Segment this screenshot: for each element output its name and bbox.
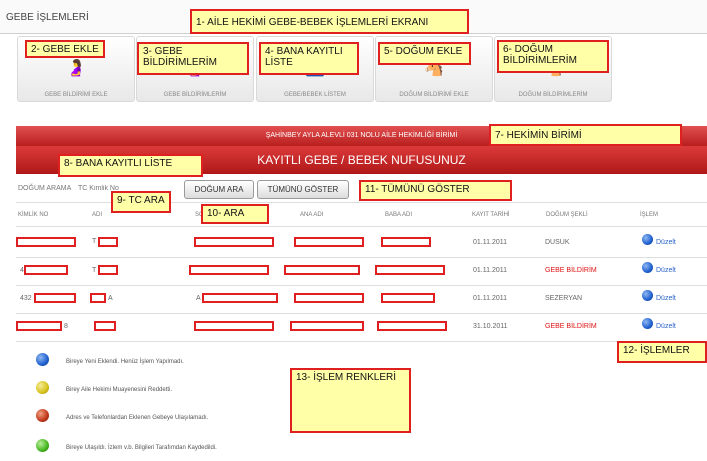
- annotation-4: 4- BANA KAYITLI LİSTE: [259, 42, 359, 75]
- annotation-5: 5- DOĞUM EKLE: [378, 42, 471, 65]
- status-green-icon: [36, 439, 49, 452]
- redacted-baba-adi: [377, 321, 447, 331]
- redacted-soyadi: [194, 237, 274, 247]
- annotation-12: 12- İŞLEMLER: [617, 341, 707, 363]
- cell-kimlik: 432: [20, 295, 32, 302]
- cell-soyadi: A: [196, 295, 201, 302]
- col-kimlik: KİMLİK NO: [18, 212, 49, 218]
- annotation-6: 6- DOĞUM BİLDİRİMLERİM: [497, 40, 609, 73]
- redacted-ana-adi: [284, 265, 360, 275]
- table-row: T 01.11.2011 DUSUK Düzelt: [16, 230, 707, 257]
- status-yellow-icon: [36, 381, 49, 394]
- cell-adi: A: [108, 295, 113, 302]
- edit-link[interactable]: Düzelt: [656, 239, 676, 246]
- table-row: 4 T 01.11.2011 GEBE BİLDİRİM Düzelt: [16, 258, 707, 285]
- annotation-10: 10- ARA: [201, 204, 269, 224]
- divider: [16, 226, 707, 227]
- redacted-soyadi: [202, 293, 278, 303]
- col-ana-adi: ANA ADI: [300, 212, 324, 218]
- divider: [16, 341, 707, 342]
- annotation-2: 2- GEBE EKLE: [25, 40, 105, 58]
- annotation-9: 9- TC ARA: [111, 191, 171, 213]
- annotation-8: 8- BANA KAYITLI LİSTE: [58, 154, 203, 177]
- cell-kayit-tarihi: 01.11.2011: [473, 295, 507, 302]
- cell-dogum-sekli: GEBE BİLDİRİM: [545, 323, 597, 330]
- legend-text: Birey Aile Hekimi Muayenesini Reddetti.: [66, 387, 173, 393]
- col-islem: İŞLEM: [640, 212, 659, 218]
- edit-link[interactable]: Düzelt: [656, 295, 676, 302]
- redacted-ana-adi: [294, 293, 364, 303]
- annotation-13: 13- İŞLEM RENKLERİ: [290, 368, 411, 433]
- legend-text: Bireye Yeni Eklendi. Henüz İşlem Yapılma…: [66, 359, 184, 365]
- cell-dogum-sekli: GEBE BİLDİRİM: [545, 267, 597, 274]
- cell-kayit-tarihi: 31.10.2011: [473, 323, 508, 330]
- table-row: 8 31.10.2011 GEBE BİLDİRİM Düzelt: [16, 314, 707, 341]
- tile-label: GEBE BİLDİRİMİ EKLE: [44, 92, 108, 98]
- status-dot-icon: [642, 318, 653, 329]
- pregnant-woman-add-icon: 🤰: [66, 60, 86, 77]
- tile-label: GEBE BİLDİRİMLERİM: [163, 92, 227, 98]
- tile-label: DOĞUM BİLDİRİMİ EKLE: [399, 92, 469, 98]
- annotation-3: 3- GEBE BİLDİRİMLERİM: [137, 42, 249, 75]
- redacted-adi: [98, 265, 118, 275]
- edit-link[interactable]: Düzelt: [656, 323, 676, 330]
- tile-label: GEBE/BEBEK LİSTEM: [284, 92, 346, 98]
- redacted-kimlik: [34, 293, 76, 303]
- search-label: DOĞUM ARAMA: [18, 185, 72, 192]
- legend-text: Adres ve Telefonlardan Eklenen Gebeye Ul…: [66, 415, 209, 421]
- redacted-kimlik: [24, 265, 68, 275]
- col-kayit-tarihi: KAYIT TARİHİ: [472, 212, 510, 218]
- redacted-adi: [94, 321, 116, 331]
- redacted-kimlik: [16, 321, 62, 331]
- cell-dogum-sekli: SEZERYAN: [545, 295, 583, 302]
- edit-link[interactable]: Düzelt: [656, 267, 676, 274]
- status-blue-icon: [36, 353, 49, 366]
- col-adi: ADI: [92, 212, 103, 218]
- table-row: 432 A A 01.11.2011 SEZERYAN Düzelt: [16, 286, 707, 313]
- col-dogum-sekli: DOĞUM ŞEKLİ: [546, 212, 588, 218]
- show-all-button[interactable]: TÜMÜNÜ GÖSTER: [257, 180, 349, 199]
- annotation-7: 7- HEKİMİN BİRİMİ: [489, 124, 682, 146]
- status-dot-icon: [642, 234, 653, 245]
- redacted-baba-adi: [375, 265, 445, 275]
- redacted-baba-adi: [381, 293, 435, 303]
- page-title: GEBE İŞLEMLERİ: [6, 12, 89, 23]
- status-red-icon: [36, 409, 49, 422]
- redacted-baba-adi: [381, 237, 431, 247]
- redacted-ana-adi: [290, 321, 364, 331]
- search-button[interactable]: DOĞUM ARA: [184, 180, 254, 199]
- redacted-adi: [98, 237, 118, 247]
- cell-kimlik: 8: [64, 323, 68, 330]
- annotation-1: 1- AİLE HEKİMİ GEBE-BEBEK İŞLEMLERİ EKRA…: [190, 9, 469, 34]
- cell-kayit-tarihi: 01.11.2011: [473, 267, 507, 274]
- redacted-kimlik: [16, 237, 76, 247]
- annotation-11: 11- TÜMÜNÜ GÖSTER: [359, 180, 512, 201]
- cell-dogum-sekli: DUSUK: [545, 239, 570, 246]
- col-baba-adi: BABA ADI: [385, 212, 413, 218]
- redacted-ana-adi: [294, 237, 364, 247]
- tile-label: DOĞUM BİLDİRİMLERİM: [518, 92, 588, 98]
- status-dot-icon: [642, 290, 653, 301]
- status-dot-icon: [642, 262, 653, 273]
- cell-adi: T: [92, 267, 97, 274]
- cell-adi: T: [92, 238, 97, 245]
- legend-text: Bireye Ulaşıldı. İzlem v.b. Bilgileri Ta…: [66, 445, 217, 451]
- cell-kayit-tarihi: 01.11.2011: [473, 239, 507, 246]
- redacted-soyadi: [189, 265, 269, 275]
- redacted-adi: [90, 293, 106, 303]
- redacted-soyadi: [194, 321, 274, 331]
